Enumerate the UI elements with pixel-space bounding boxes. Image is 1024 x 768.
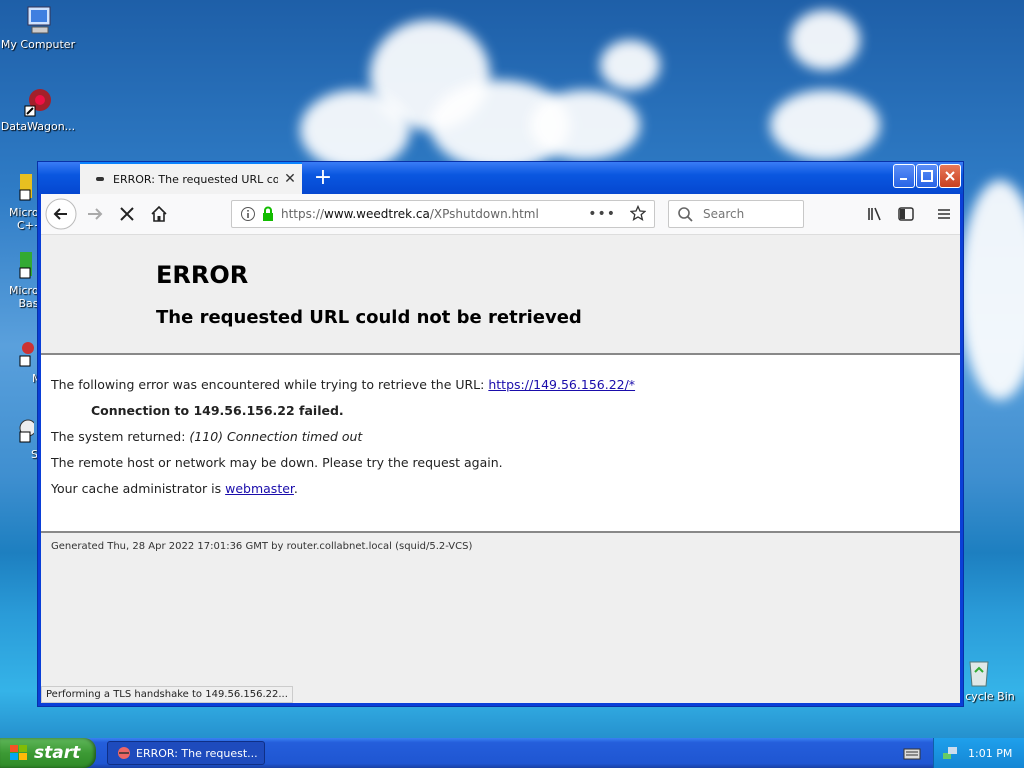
error-line-url: The following error was encountered whil… [51, 377, 636, 392]
forward-button[interactable] [79, 198, 111, 230]
search-input[interactable] [701, 206, 795, 222]
close-button[interactable] [939, 164, 961, 188]
datawagon-icon [22, 86, 54, 118]
library-icon [868, 207, 881, 221]
webmaster-link[interactable]: webmaster [225, 481, 294, 496]
status-bar: Performing a TLS handshake to 149.56.156… [41, 686, 293, 703]
network-tray-icon[interactable] [942, 745, 958, 761]
maximize-button[interactable] [916, 164, 938, 188]
title-bar[interactable]: ERROR: The requested URL could ✕ + [38, 162, 963, 194]
home-button[interactable] [143, 198, 175, 230]
system-tray: 1:01 PM [933, 738, 1024, 768]
error-subtitle: The requested URL could not be retrieved [156, 307, 582, 328]
home-icon [151, 205, 167, 222]
app-icon [2, 414, 37, 446]
remote-host-line: The remote host or network may be down. … [51, 455, 503, 470]
page-content: ERROR The requested URL could not be ret… [41, 235, 960, 703]
back-button[interactable] [45, 198, 77, 230]
tab-close-icon[interactable]: ✕ [278, 171, 302, 187]
minimize-button[interactable] [893, 164, 915, 188]
recycle-bin-icon-image [962, 656, 994, 688]
browser-window: ERROR: The requested URL could ✕ + [37, 161, 964, 707]
search-box[interactable] [668, 200, 804, 228]
back-arrow-icon [45, 198, 77, 230]
desktop-icon-label: My Computer [0, 38, 76, 51]
error-header: ERROR The requested URL could not be ret… [41, 235, 960, 355]
app-icon [2, 338, 34, 370]
sidebar-button[interactable] [890, 198, 922, 230]
page-actions-icon[interactable]: ••• [588, 206, 616, 222]
close-icon [945, 171, 955, 181]
tab-active[interactable]: ERROR: The requested URL could ✕ [80, 162, 302, 194]
hamburger-menu-icon [938, 209, 950, 219]
sidebar-icon [898, 207, 914, 221]
connection-failed-text: Connection to 149.56.156.22 failed. [91, 403, 344, 418]
navigation-toolbar: https://www.weedtrek.ca/XPshutdown.html … [41, 194, 960, 235]
search-icon [678, 207, 693, 222]
info-icon [241, 207, 255, 221]
computer-icon [22, 4, 54, 36]
browser-task-icon [118, 747, 130, 759]
minimize-icon [900, 178, 907, 180]
tab-title: ERROR: The requested URL could [113, 172, 278, 186]
bookmark-star-icon[interactable] [629, 204, 647, 224]
taskbar: start ERROR: The request... 1:01 PM [0, 738, 1024, 768]
tab-favicon-icon [96, 177, 104, 181]
start-label: start [34, 743, 81, 763]
datawagon-shortcut[interactable]: DataWagon... [0, 86, 78, 133]
system-returned-line: The system returned: (110) Connection ti… [51, 429, 363, 444]
stop-button[interactable] [111, 198, 143, 230]
app-icon [2, 172, 34, 204]
library-button[interactable] [859, 198, 891, 230]
taskbar-item-label: ERROR: The request... [136, 746, 258, 760]
url-text: https://www.weedtrek.ca/XPshutdown.html [281, 207, 539, 221]
error-title: ERROR [156, 261, 249, 289]
clock: 1:01 PM [968, 746, 1013, 760]
forward-arrow-icon [88, 208, 103, 220]
error-url-link[interactable]: https://149.56.156.22/* [488, 377, 635, 392]
desktop-icon-label: DataWagon... [0, 120, 76, 133]
new-tab-button[interactable]: + [310, 164, 336, 192]
cache-admin-line: Your cache administrator is webmaster. [51, 481, 298, 496]
app-icon [2, 250, 34, 282]
taskbar-item-browser[interactable]: ERROR: The request... [107, 741, 265, 765]
menu-button[interactable] [928, 198, 960, 230]
error-code-text: (110) Connection timed out [189, 429, 363, 444]
maximize-icon [921, 170, 933, 182]
my-computer-icon[interactable]: My Computer [0, 4, 78, 51]
stop-x-icon [120, 207, 134, 221]
error-body: The following error was encountered whil… [41, 355, 960, 533]
lock-icon [263, 206, 273, 221]
start-button[interactable]: start [0, 738, 96, 768]
keyboard-icon[interactable] [903, 746, 921, 765]
footer-text: Generated Thu, 28 Apr 2022 17:01:36 GMT … [51, 541, 473, 552]
windows-logo-icon [10, 745, 27, 760]
address-bar[interactable]: https://www.weedtrek.ca/XPshutdown.html … [231, 200, 655, 228]
